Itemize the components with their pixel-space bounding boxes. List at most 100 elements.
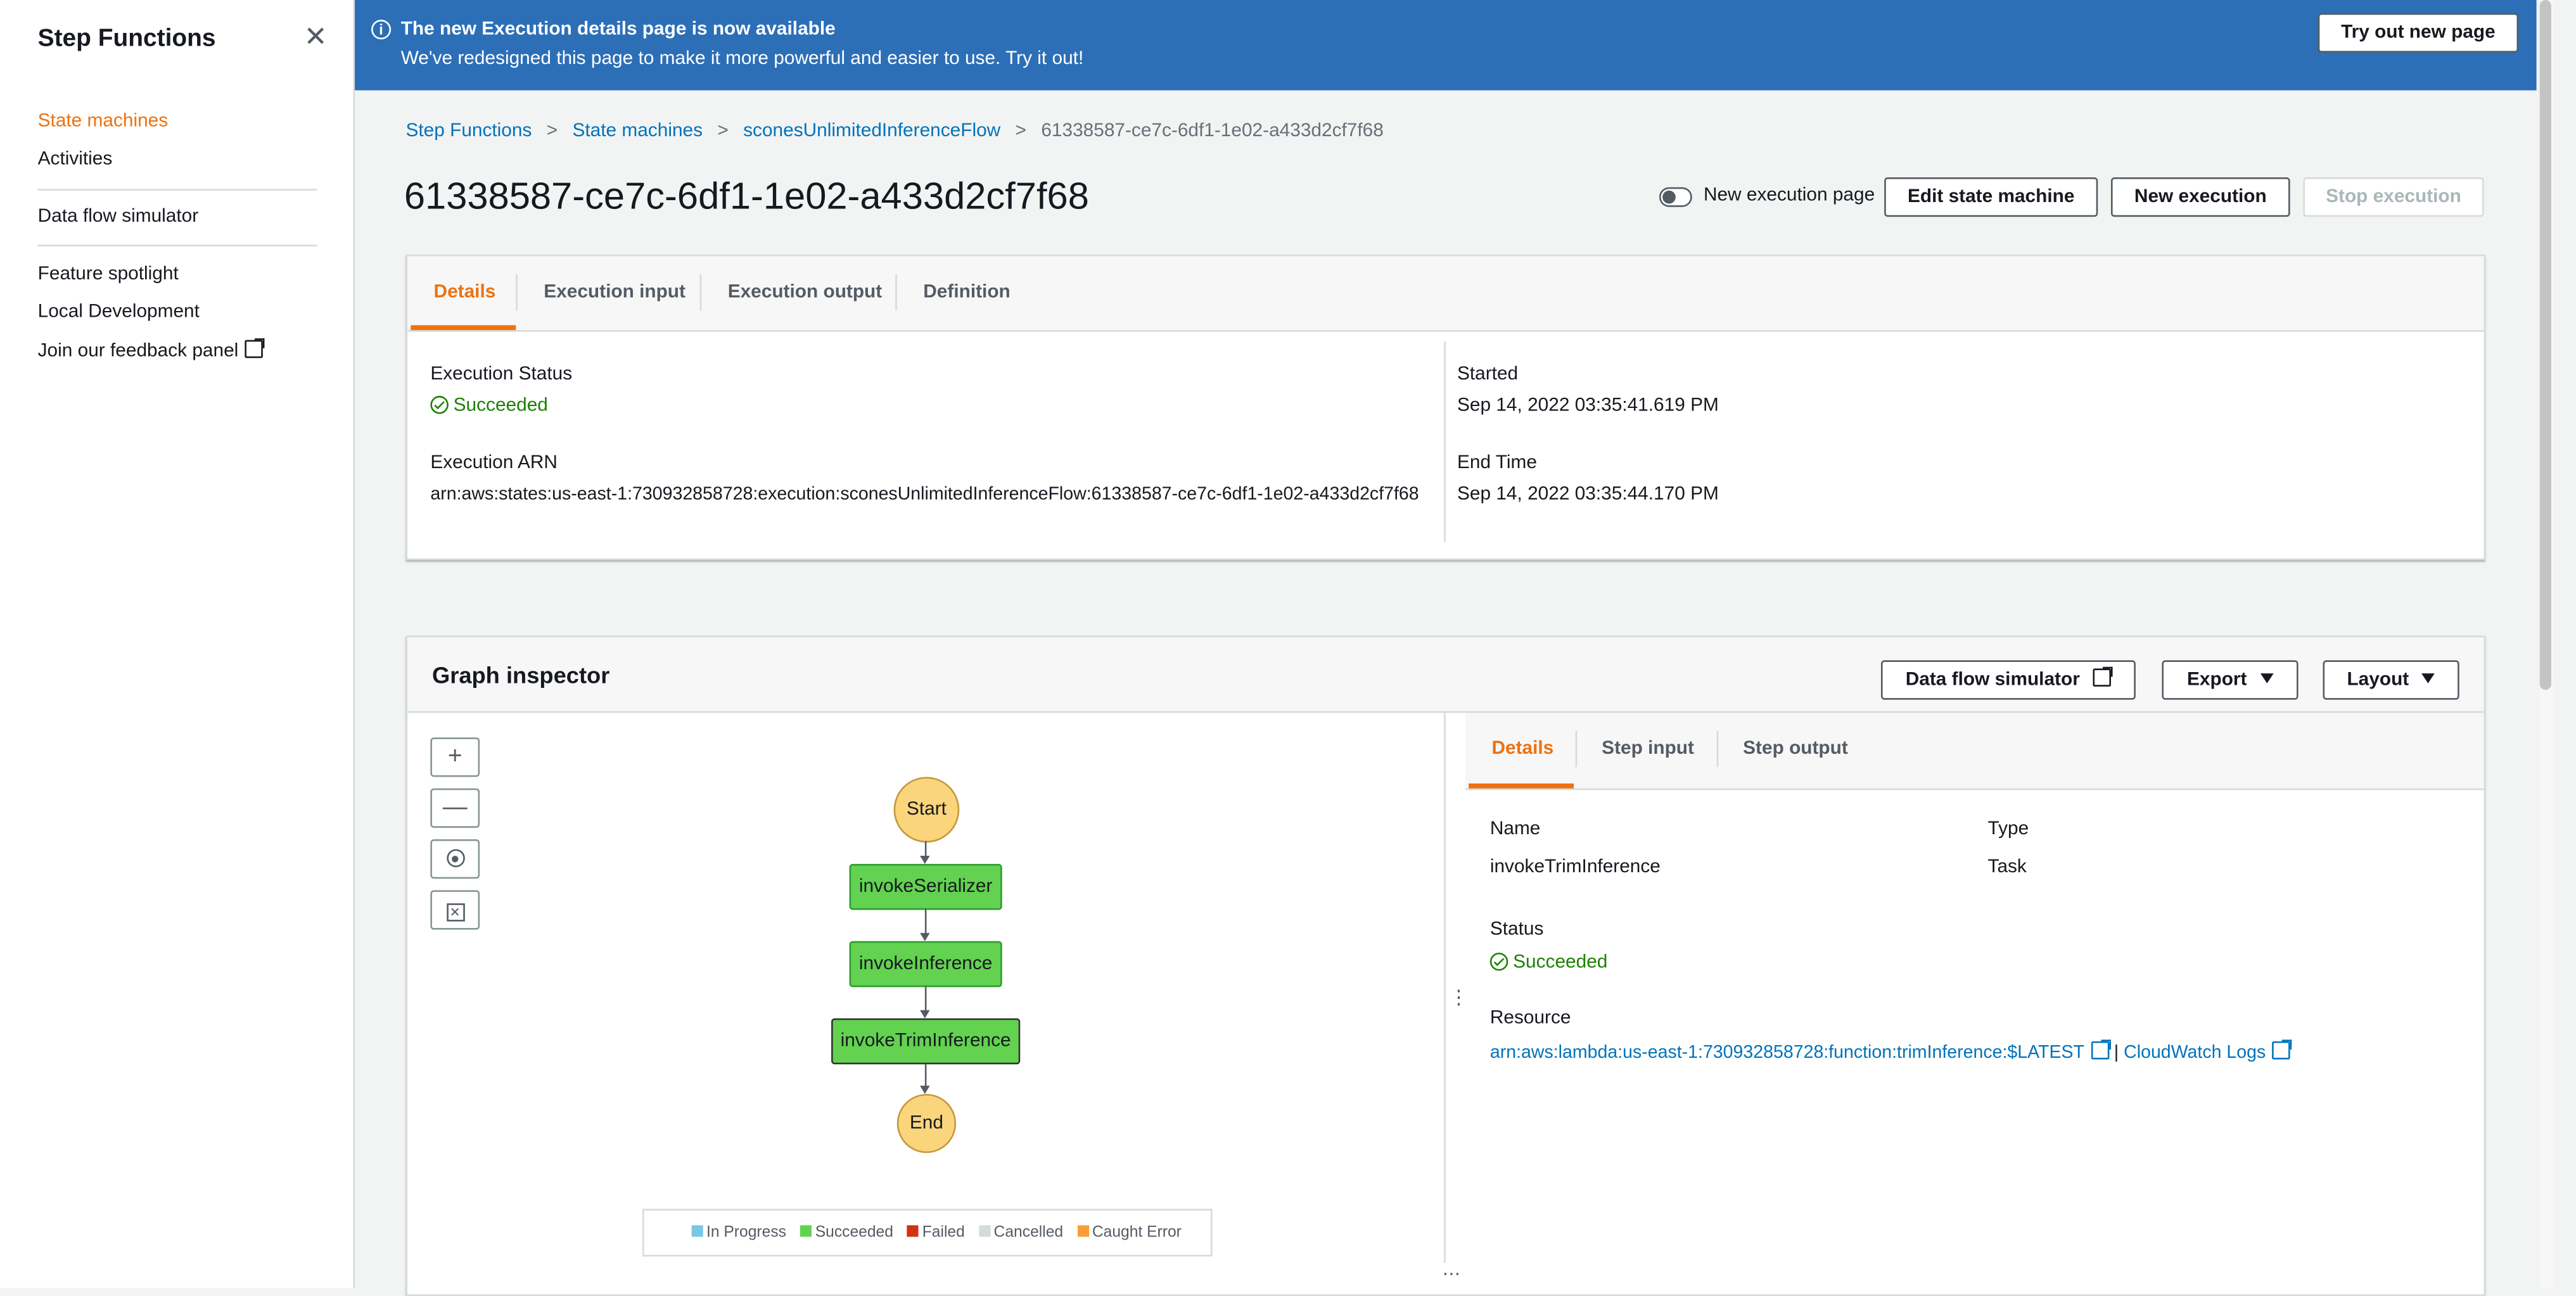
external-link-icon	[2093, 666, 2113, 687]
execution-arn: arn:aws:states:us-east-1:730932858728:ex…	[430, 484, 1419, 505]
started-label: Started	[1457, 364, 1519, 384]
scrollbar-thumb[interactable]	[2539, 0, 2551, 690]
link-separator: |	[2114, 1043, 2119, 1063]
resize-handle-icon[interactable]: ⋯	[1443, 1266, 1461, 1284]
sidebar-item-local-development[interactable]: Local Development	[38, 302, 200, 322]
status-text: Succeeded	[453, 395, 548, 416]
step-tab-input[interactable]: Step input	[1602, 739, 1694, 759]
lambda-resource-link[interactable]: arn:aws:lambda:us-east-1:730932858728:fu…	[1489, 1039, 2111, 1063]
graph-legend: In Progress Succeeded Failed Cancelled C…	[642, 1209, 1213, 1257]
breadcrumb-step-functions[interactable]: Step Functions	[405, 122, 532, 141]
center-graph-button[interactable]	[430, 839, 480, 879]
tab-execution-output[interactable]: Execution output	[728, 283, 883, 302]
step-tabbar: Details Step input Step output	[1465, 713, 2484, 791]
chevron-right-icon: >	[717, 121, 729, 141]
legend-label: Failed	[922, 1223, 965, 1242]
resource-links: arn:aws:lambda:us-east-1:730932858728:fu…	[1489, 1039, 2292, 1063]
step-name: invokeTrimInference	[1489, 857, 1661, 877]
caret-down-icon	[2260, 673, 2273, 683]
execution-status-label: Execution Status	[430, 364, 573, 384]
graph-node-invoke-serializer[interactable]: invokeSerializer	[849, 863, 1002, 910]
data-flow-simulator-button[interactable]: Data flow simulator	[1880, 660, 2136, 700]
arrow-icon	[920, 1010, 930, 1019]
stop-execution-button[interactable]: Stop execution	[2303, 177, 2484, 217]
end-time-value: Sep 14, 2022 03:35:44.170 PM	[1457, 484, 1719, 505]
graph-inspector-panel: Graph inspector Data flow simulator Expo…	[405, 635, 2486, 1296]
graph-node-invoke-trim-inference[interactable]: invokeTrimInference	[831, 1018, 1021, 1065]
graph-node-start[interactable]: Start	[893, 777, 960, 843]
arrow-icon	[920, 855, 930, 864]
button-label: Export	[2187, 670, 2247, 690]
details-tabbar: Details Execution input Execution output…	[407, 256, 2484, 332]
tab-execution-input[interactable]: Execution input	[544, 283, 685, 302]
tab-divider	[699, 274, 702, 311]
graph-node-end[interactable]: End	[896, 1093, 957, 1153]
target-icon	[445, 849, 464, 868]
legend-label: Succeeded	[815, 1223, 893, 1242]
status-text: Succeeded	[1513, 952, 1608, 973]
sidebar-divider	[37, 189, 317, 191]
sidebar-title: Step Functions	[37, 24, 216, 53]
step-type-label: Type	[1987, 819, 2029, 840]
sidebar-item-feature-spotlight[interactable]: Feature spotlight	[38, 264, 179, 284]
step-tab-output[interactable]: Step output	[1743, 739, 1848, 759]
legend-label: Caught Error	[1092, 1223, 1182, 1242]
sidebar-item-label: Join our feedback panel	[37, 341, 239, 362]
sidebar-item-activities[interactable]: Activities	[38, 149, 113, 169]
step-tab-details[interactable]: Details	[1491, 739, 1553, 759]
legend-item: In Progress	[691, 1224, 786, 1242]
new-execution-button[interactable]: New execution	[2111, 177, 2290, 217]
breadcrumb-state-machines[interactable]: State machines	[572, 122, 703, 141]
banner-title: The new Execution details page is now av…	[400, 20, 836, 40]
step-type: Task	[1987, 857, 2027, 877]
graph-node-invoke-inference[interactable]: invokeInference	[849, 941, 1002, 988]
new-execution-page-toggle[interactable]	[1659, 187, 1692, 207]
legend-label: Cancelled	[993, 1223, 1064, 1242]
external-link-icon	[2091, 1039, 2111, 1060]
graph-inspector-header: Graph inspector Data flow simulator Expo…	[407, 637, 2484, 713]
check-circle-icon	[430, 395, 449, 414]
step-status: Succeeded	[1489, 952, 1608, 973]
legend-swatch	[691, 1225, 703, 1237]
export-button[interactable]: Export	[2162, 660, 2299, 700]
breadcrumb-current: 61338587-ce7c-6df1-1e02-a433d2cf7f68	[1041, 121, 1384, 141]
legend-item: Failed	[907, 1223, 965, 1242]
step-name-label: Name	[1489, 819, 1541, 840]
external-link-icon	[2272, 1039, 2292, 1060]
layout-button[interactable]: Layout	[2323, 660, 2459, 700]
tab-divider	[1716, 730, 1719, 767]
button-label: Data flow simulator	[1905, 670, 2080, 690]
try-new-page-button[interactable]: Try out new page	[2318, 13, 2519, 53]
close-icon[interactable]: ✕	[304, 22, 328, 53]
pane-divider[interactable]	[1444, 713, 1446, 1264]
sidebar-item-state-machines[interactable]: State machines	[38, 111, 169, 131]
legend-item: Cancelled	[979, 1224, 1063, 1242]
tab-details[interactable]: Details	[434, 283, 496, 302]
info-icon: i	[371, 20, 392, 40]
active-tab-indicator	[411, 325, 516, 331]
tab-definition[interactable]: Definition	[923, 283, 1011, 302]
chevron-right-icon: >	[546, 121, 558, 141]
edit-state-machine-button[interactable]: Edit state machine	[1884, 177, 2098, 217]
execution-status: Succeeded	[430, 395, 548, 416]
check-circle-icon	[1489, 952, 1508, 971]
cloudwatch-logs-link[interactable]: CloudWatch Logs	[2124, 1039, 2292, 1063]
breadcrumb-state-machine[interactable]: sconesUnlimitedInferenceFlow	[743, 122, 1000, 141]
caret-down-icon	[2421, 673, 2435, 683]
tab-divider	[895, 274, 897, 311]
chevron-right-icon: >	[1015, 121, 1026, 141]
column-divider	[1444, 341, 1446, 542]
zoom-out-button[interactable]: —	[430, 788, 480, 828]
legend-item: Succeeded	[800, 1224, 893, 1242]
fit-to-screen-button[interactable]: ✕	[430, 890, 480, 930]
drag-handle-icon[interactable]: ⋮	[1449, 987, 1469, 1007]
breadcrumb: Step Functions > State machines > sconesUnli…	[405, 122, 1383, 141]
link-text: arn:aws:lambda:us-east-1:730932858728:fu…	[1489, 1043, 2084, 1063]
step-status-label: Status	[1489, 920, 1544, 940]
info-banner: i The new Execution details page is now …	[355, 0, 2537, 91]
arrow-icon	[920, 1085, 930, 1094]
sidebar-item-feedback-panel[interactable]: Join our feedback panel	[37, 338, 265, 362]
sidebar-item-data-flow-simulator[interactable]: Data flow simulator	[38, 207, 199, 227]
graph-inspector-title: Graph inspector	[431, 661, 610, 689]
zoom-in-button[interactable]: +	[430, 737, 480, 777]
